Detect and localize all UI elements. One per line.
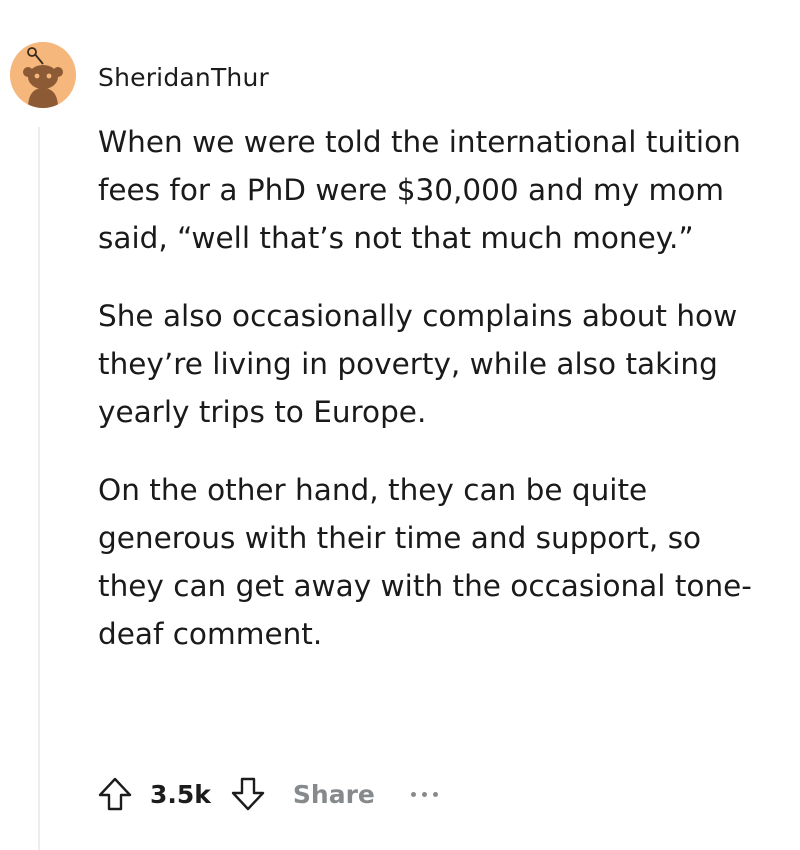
- comment-body: When we were told the international tuit…: [98, 118, 758, 688]
- upvote-arrow-icon[interactable]: [94, 773, 136, 815]
- comment-action-bar: 3.5k Share: [94, 768, 438, 820]
- user-avatar[interactable]: [10, 42, 76, 108]
- vote-score: 3.5k: [150, 779, 211, 809]
- more-options-icon[interactable]: [410, 779, 438, 809]
- comment-paragraph: She also occasionally complains about ho…: [98, 299, 738, 429]
- more-dot: [410, 791, 416, 797]
- more-dot: [432, 791, 438, 797]
- comment-username[interactable]: SheridanThur: [98, 62, 269, 94]
- downvote-arrow-icon[interactable]: [227, 773, 269, 815]
- snoo-avatar-icon: [10, 42, 76, 108]
- comment: SheridanThur When we were told the inter…: [0, 0, 800, 850]
- share-button[interactable]: Share: [293, 780, 375, 809]
- comment-paragraph: When we were told the international tuit…: [98, 125, 741, 255]
- more-dot: [421, 791, 427, 797]
- comment-paragraph: On the other hand, they can be quite gen…: [98, 473, 752, 651]
- thread-collapse-line[interactable]: [38, 127, 40, 850]
